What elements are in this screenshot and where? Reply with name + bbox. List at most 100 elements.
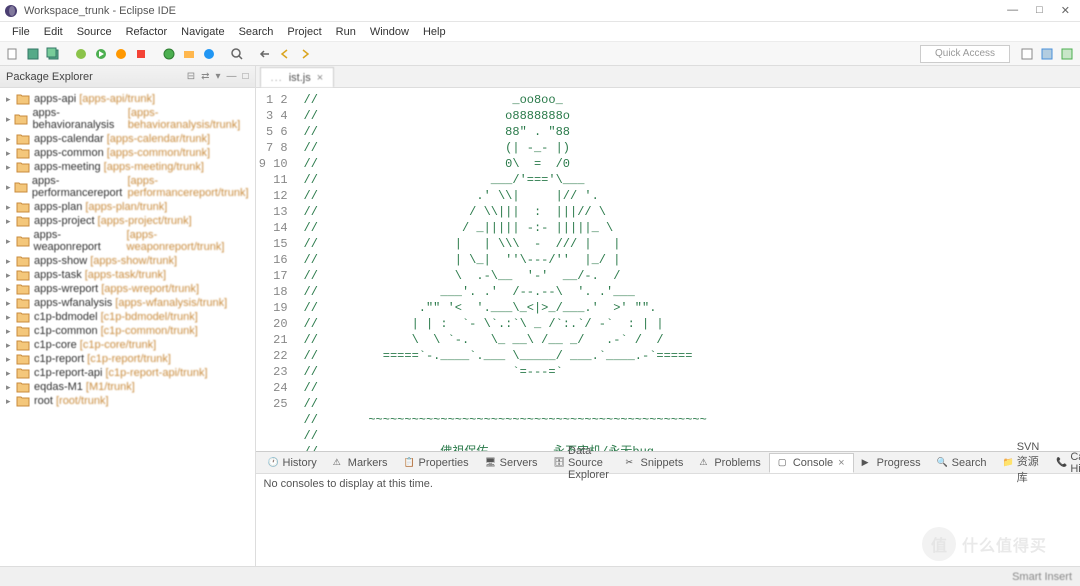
- tree-item[interactable]: ▸apps-task[apps-task/trunk]: [6, 268, 249, 282]
- menu-refactor[interactable]: Refactor: [120, 24, 174, 40]
- save-all-icon[interactable]: [44, 45, 62, 63]
- folder-icon: [16, 93, 30, 105]
- folder-icon: [16, 381, 30, 393]
- tree-item[interactable]: ▸apps-wreport[apps-wreport/trunk]: [6, 282, 249, 296]
- expand-icon[interactable]: ▸: [6, 94, 16, 105]
- bottom-tab-call-hierarchy[interactable]: 📞Call Hierarchy: [1048, 448, 1080, 478]
- new-icon[interactable]: [4, 45, 22, 63]
- menu-run[interactable]: Run: [330, 24, 362, 40]
- tree-item[interactable]: ▸c1p-report-api[c1p-report-api/trunk]: [6, 366, 249, 380]
- bottom-tab-history[interactable]: 🕐History: [260, 454, 325, 472]
- menu-bar: FileEditSourceRefactorNavigateSearchProj…: [0, 22, 1080, 42]
- code-content[interactable]: // _oo8oo_ // o8888888o // 88" . "88 // …: [296, 88, 1080, 451]
- expand-icon[interactable]: ▸: [6, 148, 16, 159]
- minimize-button[interactable]: —: [1007, 4, 1018, 17]
- expand-icon[interactable]: ▸: [6, 202, 16, 213]
- tree-item[interactable]: ▸apps-common[apps-common/trunk]: [6, 146, 249, 160]
- tree-item[interactable]: ▸apps-performancereport[apps-performance…: [6, 174, 249, 200]
- expand-icon[interactable]: ▸: [6, 216, 16, 227]
- bottom-tab-svn-资源库[interactable]: 📁SVN 资源库: [995, 438, 1049, 488]
- tree-item[interactable]: ▸apps-behavioranalysis[apps-behavioranal…: [6, 106, 249, 132]
- tree-item[interactable]: ▸apps-meeting[apps-meeting/trunk]: [6, 160, 249, 174]
- expand-icon[interactable]: ▸: [6, 236, 16, 247]
- menu-edit[interactable]: Edit: [38, 24, 69, 40]
- expand-icon[interactable]: ▸: [6, 284, 16, 295]
- expand-icon[interactable]: ▸: [6, 256, 16, 267]
- expand-icon[interactable]: ▸: [6, 298, 16, 309]
- menu-search[interactable]: Search: [233, 24, 280, 40]
- bottom-tab-progress[interactable]: ▶Progress: [854, 454, 929, 472]
- menu-file[interactable]: File: [6, 24, 36, 40]
- open-type-icon[interactable]: [200, 45, 218, 63]
- expand-icon[interactable]: ▸: [6, 382, 16, 393]
- view-menu-icon[interactable]: ▾: [215, 71, 220, 82]
- coverage-icon[interactable]: [112, 45, 130, 63]
- project-tree[interactable]: ▸apps-api[apps-api/trunk]▸apps-behaviora…: [0, 88, 255, 566]
- tree-item[interactable]: ▸apps-project[apps-project/trunk]: [6, 214, 249, 228]
- new-package-icon[interactable]: [180, 45, 198, 63]
- menu-source[interactable]: Source: [71, 24, 118, 40]
- folder-icon: [16, 283, 30, 295]
- expand-icon[interactable]: ▸: [6, 312, 16, 323]
- menu-window[interactable]: Window: [364, 24, 415, 40]
- tree-item[interactable]: ▸apps-show[apps-show/trunk]: [6, 254, 249, 268]
- expand-icon[interactable]: ▸: [6, 340, 16, 351]
- editor-tab[interactable]: ... ist.js ×: [260, 67, 335, 87]
- bottom-tab-properties[interactable]: 📋Properties: [396, 454, 477, 472]
- bottom-tab-data-source-explorer[interactable]: 🗄Data Source Explorer: [546, 442, 618, 484]
- new-class-icon[interactable]: [160, 45, 178, 63]
- expand-icon[interactable]: ▸: [6, 396, 16, 407]
- bottom-tab-search[interactable]: 🔍Search: [929, 454, 995, 472]
- tree-item[interactable]: ▸eqdas-M1[M1/trunk]: [6, 380, 249, 394]
- expand-icon[interactable]: ▸: [6, 270, 16, 281]
- tree-item[interactable]: ▸apps-wfanalysis[apps-wfanalysis/trunk]: [6, 296, 249, 310]
- menu-navigate[interactable]: Navigate: [175, 24, 230, 40]
- forward-icon[interactable]: [296, 45, 314, 63]
- bottom-tab-servers[interactable]: 🖥Servers: [477, 454, 546, 472]
- tree-item[interactable]: ▸apps-plan[apps-plan/trunk]: [6, 200, 249, 214]
- expand-icon[interactable]: ▸: [6, 114, 14, 125]
- expand-icon[interactable]: ▸: [6, 182, 14, 193]
- tree-item[interactable]: ▸c1p-core[c1p-core/trunk]: [6, 338, 249, 352]
- maximize-button[interactable]: □: [1036, 4, 1043, 17]
- open-perspective-icon[interactable]: [1018, 45, 1036, 63]
- run-icon[interactable]: [92, 45, 110, 63]
- debug-perspective-icon[interactable]: [1058, 45, 1076, 63]
- close-view-icon[interactable]: ×: [838, 457, 844, 469]
- expand-icon[interactable]: ▸: [6, 368, 16, 379]
- tree-item[interactable]: ▸c1p-bdmodel[c1p-bdmodel/trunk]: [6, 310, 249, 324]
- folder-icon: [16, 201, 30, 213]
- close-button[interactable]: ✕: [1061, 4, 1070, 17]
- menu-project[interactable]: Project: [281, 24, 327, 40]
- expand-icon[interactable]: ▸: [6, 134, 16, 145]
- bottom-tab-problems[interactable]: ⚠Problems: [691, 454, 768, 472]
- tree-item[interactable]: ▸apps-calendar[apps-calendar/trunk]: [6, 132, 249, 146]
- expand-icon[interactable]: ▸: [6, 354, 16, 365]
- maximize-view-icon[interactable]: □: [243, 71, 249, 82]
- save-icon[interactable]: [24, 45, 42, 63]
- expand-icon[interactable]: ▸: [6, 326, 16, 337]
- tree-item[interactable]: ▸root[root/trunk]: [6, 394, 249, 408]
- tree-item[interactable]: ▸apps-api[apps-api/trunk]: [6, 92, 249, 106]
- bottom-tab-markers[interactable]: ⚠Markers: [325, 454, 396, 472]
- status-right: Smart Insert: [1012, 571, 1072, 583]
- expand-icon[interactable]: ▸: [6, 162, 16, 173]
- minimize-view-icon[interactable]: —: [227, 71, 237, 82]
- collapse-all-icon[interactable]: ⊟: [187, 71, 195, 82]
- tree-item[interactable]: ▸c1p-common[c1p-common/trunk]: [6, 324, 249, 338]
- bottom-tab-snippets[interactable]: ✂Snippets: [618, 454, 692, 472]
- quick-access-input[interactable]: Quick Access: [920, 45, 1010, 63]
- bottom-tab-console[interactable]: ▢Console ×: [769, 453, 854, 473]
- menu-help[interactable]: Help: [417, 24, 452, 40]
- editor-area: ... ist.js × — □ 1 2 3 4 5 6 7 8 9 10 11…: [256, 66, 1080, 566]
- debug-icon[interactable]: [72, 45, 90, 63]
- external-tools-icon[interactable]: [132, 45, 150, 63]
- tree-item[interactable]: ▸apps-weaponreport[apps-weaponreport/tru…: [6, 228, 249, 254]
- tree-item[interactable]: ▸c1p-report[c1p-report/trunk]: [6, 352, 249, 366]
- back-icon[interactable]: [276, 45, 294, 63]
- close-tab-icon[interactable]: ×: [317, 72, 323, 84]
- java-perspective-icon[interactable]: [1038, 45, 1056, 63]
- search-icon[interactable]: [228, 45, 246, 63]
- last-edit-icon[interactable]: [256, 45, 274, 63]
- link-editor-icon[interactable]: ⇄: [201, 71, 209, 82]
